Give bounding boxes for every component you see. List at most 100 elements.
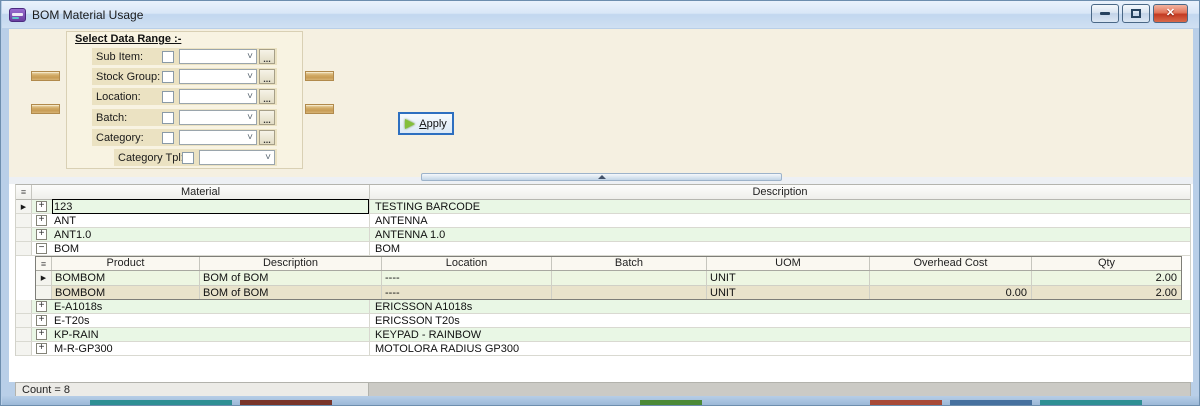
column-header-location[interactable]: Location [382, 257, 552, 270]
bom-detail-grid: ≡ Product Description Location Batch UOM… [35, 256, 1182, 300]
stock-group-browse-button[interactable]: ... [259, 69, 275, 84]
titlebar[interactable]: BOM Material Usage [2, 1, 1199, 28]
stock-group-combobox[interactable]: ˅ [179, 69, 257, 84]
category-checkbox[interactable] [162, 132, 174, 144]
expand-icon[interactable]: + [36, 301, 47, 312]
category-combobox[interactable]: ˅ [179, 130, 257, 145]
column-header-description[interactable]: Description [200, 257, 382, 270]
apply-button[interactable]: Apply [398, 112, 454, 135]
field-row-category-tpl: Category Tpl: ˅ [114, 149, 277, 166]
cell-material: KP-RAIN [54, 329, 99, 341]
table-row[interactable]: ▶ +123 TESTING BARCODE [16, 200, 1190, 214]
grid-options-icon[interactable]: ≡ [16, 185, 32, 199]
expand-icon[interactable]: + [36, 201, 47, 212]
row-indicator-icon: ▶ [36, 271, 52, 285]
batch-browse-button[interactable]: ... [259, 110, 275, 125]
field-row-category: Category: ˅ ... [92, 129, 277, 146]
cell-product: BOMBOM [52, 271, 200, 285]
select-data-range-panel: Select Data Range :- Sub Item: ˅ ... Sto… [66, 31, 303, 169]
focused-cell-ring [52, 199, 369, 214]
grid-options-icon[interactable]: ≡ [36, 257, 52, 270]
maximize-button[interactable] [1122, 4, 1150, 23]
filter-area: Select Data Range :- Sub Item: ˅ ... Sto… [9, 29, 1193, 177]
cell-material: E-T20s [54, 315, 89, 327]
table-row[interactable]: +E-T20s ERICSSON T20s [16, 314, 1190, 328]
cell-material: ANT [54, 215, 76, 227]
column-header-uom[interactable]: UOM [707, 257, 870, 270]
category-tpl-combobox[interactable]: ˅ [199, 150, 275, 165]
decor-bar [305, 104, 334, 114]
detail-row[interactable]: ▶ BOMBOM BOM of BOM ---- UNIT 2.00 [36, 271, 1181, 285]
collapse-icon[interactable]: − [36, 243, 47, 254]
cell-description: ANTENNA 1.0 [370, 228, 1190, 241]
cell-overhead-cost: 0.00 [870, 286, 1032, 299]
column-header-material[interactable]: Material [32, 185, 370, 199]
table-row[interactable]: +KP-RAIN KEYPAD - RAINBOW [16, 328, 1190, 342]
decor-bar [305, 71, 334, 81]
cell-location: ---- [382, 271, 552, 285]
field-row-sub-item: Sub Item: ˅ ... [92, 48, 277, 65]
category-tpl-label: Category Tpl: [118, 152, 182, 164]
chevron-down-icon: ˅ [247, 54, 253, 60]
sub-item-browse-button[interactable]: ... [259, 49, 275, 64]
cell-location: ---- [382, 286, 552, 299]
sub-item-combobox[interactable]: ˅ [179, 49, 257, 64]
cell-qty: 2.00 [1032, 271, 1181, 285]
apply-label: Apply [419, 118, 447, 130]
expand-icon[interactable]: + [36, 229, 47, 240]
expand-icon[interactable]: + [36, 215, 47, 226]
location-browse-button[interactable]: ... [259, 89, 275, 104]
minimize-button[interactable] [1091, 4, 1119, 23]
category-label: Category: [96, 132, 162, 144]
expand-icon[interactable]: + [36, 329, 47, 340]
category-tpl-checkbox[interactable] [182, 152, 194, 164]
cell-material: ANT1.0 [54, 229, 91, 241]
play-icon [405, 119, 415, 129]
chevron-down-icon: ˅ [265, 155, 271, 161]
chevron-down-icon: ˅ [247, 115, 253, 121]
cell-description: BOM [370, 242, 1190, 255]
expand-icon[interactable]: + [36, 343, 47, 354]
collapse-splitter[interactable] [421, 173, 782, 181]
column-header-qty[interactable]: Qty [1032, 257, 1181, 270]
chevron-down-icon: ˅ [247, 135, 253, 141]
app-window: BOM Material Usage ✕ Select Data Range :… [0, 0, 1200, 406]
decor-bar [31, 71, 60, 81]
stock-group-checkbox[interactable] [162, 71, 174, 83]
location-checkbox[interactable] [162, 91, 174, 103]
cell-description: ERICSSON A1018s [370, 300, 1190, 313]
table-row[interactable]: +M-R-GP300 MOTOLORA RADIUS GP300 [16, 342, 1190, 356]
close-button[interactable]: ✕ [1153, 4, 1188, 23]
sub-item-checkbox[interactable] [162, 51, 174, 63]
chevron-up-icon [598, 175, 606, 179]
row-indicator-icon: ▶ [16, 200, 32, 213]
maximize-icon [1131, 9, 1141, 18]
column-header-batch[interactable]: Batch [552, 257, 707, 270]
cell-uom: UNIT [707, 271, 870, 285]
decor-bar [31, 104, 60, 114]
category-browse-button[interactable]: ... [259, 130, 275, 145]
batch-checkbox[interactable] [162, 112, 174, 124]
cell-qty: 2.00 [1032, 286, 1181, 299]
column-header-product[interactable]: Product [52, 257, 200, 270]
detail-row[interactable]: BOMBOM BOM of BOM ---- UNIT 0.00 2.00 [36, 285, 1181, 299]
table-row[interactable]: +E-A1018s ERICSSON A1018s [16, 300, 1190, 314]
cell-material: 123 [54, 201, 72, 213]
material-grid: ≡ Material Description ▶ +123 TESTING BA… [15, 184, 1191, 356]
column-header-description[interactable]: Description [370, 185, 1190, 199]
sub-item-label: Sub Item: [96, 51, 162, 63]
location-label: Location: [96, 91, 162, 103]
table-row[interactable]: +ANT ANTENNA [16, 214, 1190, 228]
table-row[interactable]: −BOM BOM [16, 242, 1190, 256]
batch-combobox[interactable]: ˅ [179, 110, 257, 125]
expand-icon[interactable]: + [36, 315, 47, 326]
cell-batch [552, 286, 707, 299]
window-title: BOM Material Usage [32, 8, 143, 22]
minimize-icon [1100, 12, 1110, 15]
column-header-overhead-cost[interactable]: Overhead Cost [870, 257, 1032, 270]
location-combobox[interactable]: ˅ [179, 89, 257, 104]
table-row[interactable]: + ANT1.0 ANTENNA 1.0 [16, 228, 1190, 242]
cell-description: TESTING BARCODE [370, 200, 1190, 213]
cell-material: BOM [54, 243, 79, 255]
batch-label: Batch: [96, 112, 162, 124]
